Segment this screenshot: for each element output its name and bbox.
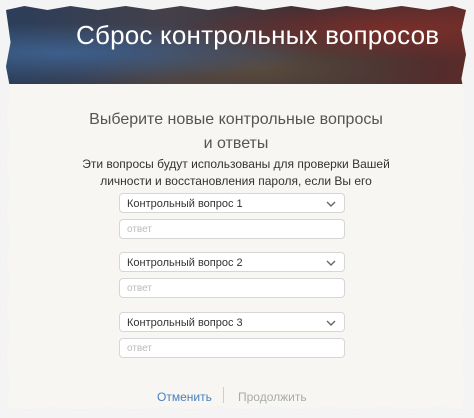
cancel-button[interactable]: Отменить	[157, 390, 212, 404]
chevron-down-icon	[326, 201, 336, 207]
security-answer-3-placeholder: ответ	[127, 343, 152, 354]
divider	[223, 387, 224, 403]
dialog: Сброс контрольных вопросов Выберите новы…	[6, 6, 466, 410]
security-answer-2-input[interactable]: ответ	[119, 278, 345, 298]
security-question-3-select[interactable]: Контрольный вопрос 3	[119, 312, 345, 332]
security-question-2-select[interactable]: Контрольный вопрос 2	[119, 252, 345, 272]
security-question-2-label: Контрольный вопрос 2	[127, 257, 243, 269]
page-title: Сброс контрольных вопросов	[76, 20, 440, 50]
chevron-down-icon	[326, 320, 336, 326]
torn-paper-frame: Сброс контрольных вопросов Выберите новы…	[0, 0, 474, 418]
chevron-down-icon	[326, 260, 336, 266]
security-question-1-select[interactable]: Контрольный вопрос 1	[119, 193, 345, 213]
security-answer-1-input[interactable]: ответ	[119, 219, 345, 239]
security-answer-2-placeholder: ответ	[127, 283, 152, 294]
continue-button[interactable]: Продолжить	[238, 390, 307, 404]
security-question-1-label: Контрольный вопрос 1	[127, 198, 243, 210]
header-banner: Сброс контрольных вопросов	[6, 6, 466, 84]
security-question-3-label: Контрольный вопрос 3	[127, 317, 243, 329]
form-subtitle: Выберите новые контрольные вопросы и отв…	[89, 111, 383, 152]
security-answer-1-placeholder: ответ	[127, 224, 152, 235]
security-answer-3-input[interactable]: ответ	[119, 338, 345, 358]
